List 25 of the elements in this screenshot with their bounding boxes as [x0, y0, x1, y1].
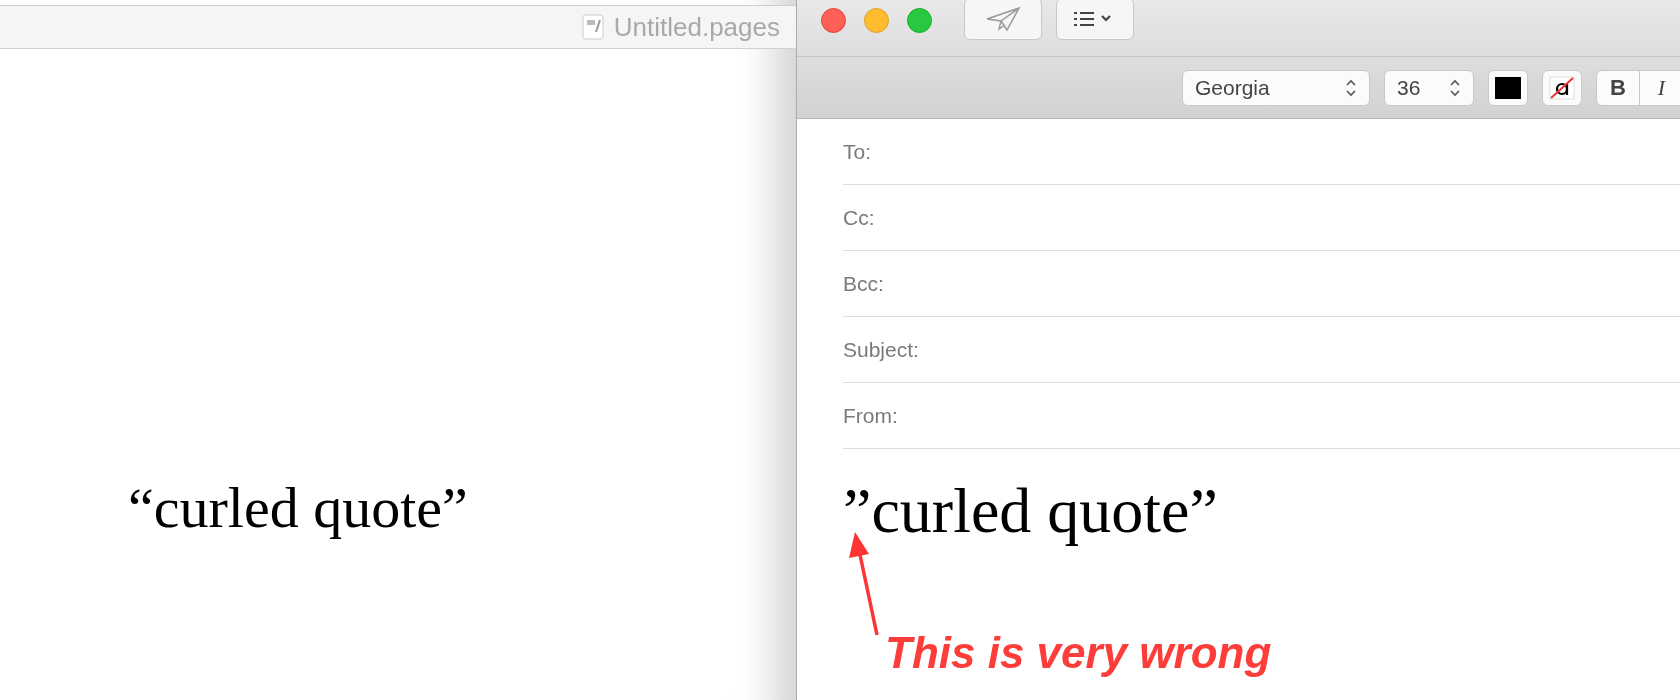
- message-text: ”curled quote”: [843, 475, 1218, 546]
- paper-plane-icon: [985, 6, 1021, 32]
- no-color-icon: [1549, 75, 1575, 100]
- italic-button[interactable]: I: [1640, 69, 1680, 106]
- close-button[interactable]: [821, 8, 846, 33]
- field-label: Bcc:: [843, 271, 884, 296]
- font-size-select[interactable]: 36: [1384, 69, 1474, 106]
- send-button[interactable]: [964, 0, 1042, 40]
- field-label: From:: [843, 403, 898, 428]
- stepper-icon: [1345, 77, 1357, 98]
- bold-button[interactable]: B: [1596, 69, 1640, 106]
- field-label: Subject:: [843, 337, 919, 362]
- field-label: To:: [843, 139, 871, 164]
- document-icon: [581, 14, 604, 40]
- stepper-icon: [1449, 77, 1461, 98]
- minimize-button[interactable]: [864, 8, 889, 33]
- text-color-button[interactable]: [1488, 69, 1528, 106]
- font-select[interactable]: Georgia: [1182, 69, 1370, 106]
- annotation-text: This is very wrong: [885, 628, 1272, 678]
- field-label: Cc:: [843, 205, 875, 230]
- format-list-button[interactable]: [1056, 0, 1134, 40]
- zoom-button[interactable]: [907, 8, 932, 33]
- window-title: Untitled.pages: [613, 11, 780, 43]
- document-text: “curled quote”: [128, 475, 468, 540]
- background-color-button[interactable]: [1542, 69, 1582, 106]
